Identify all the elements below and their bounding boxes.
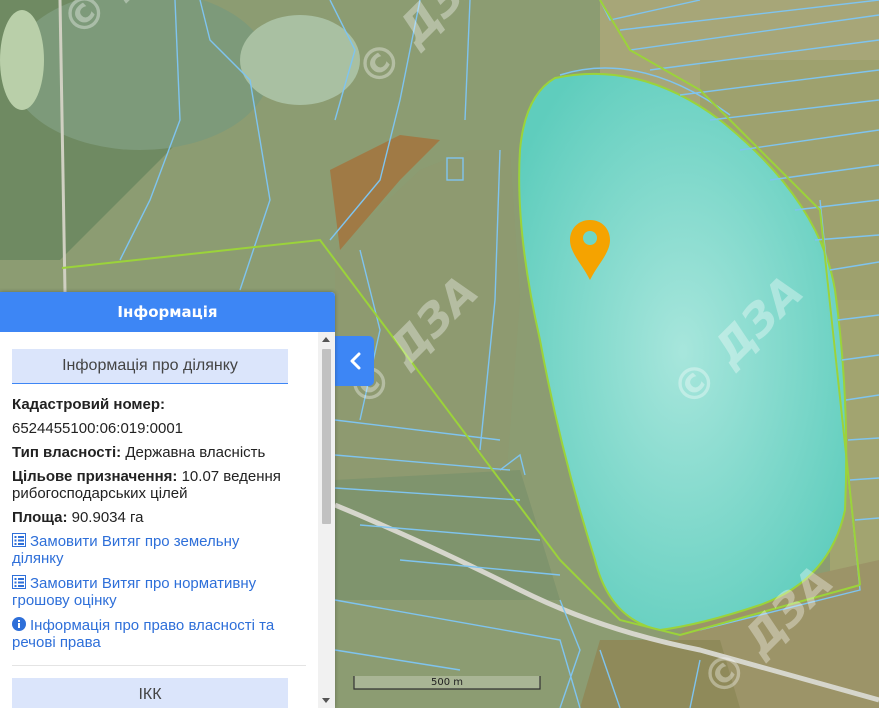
ownership-value: Державна власність (125, 444, 266, 461)
panel-title: Інформація (0, 292, 335, 332)
ownership-rights-info-link[interactable]: Інформація про право власності та речові … (12, 617, 306, 651)
section-header-parcel[interactable]: Інформація про ділянку (12, 349, 288, 384)
divider (12, 665, 306, 666)
scroll-up-arrow[interactable] (322, 337, 330, 342)
area-label: Площа: (12, 509, 68, 526)
scroll-down-arrow[interactable] (322, 698, 330, 703)
order-extract-valuation-link[interactable]: Замовити Витяг про нормативну грошову оці… (12, 575, 306, 609)
cadastral-value: 6524455100:06:019:0001 (12, 420, 184, 437)
purpose-value-line1: 10.07 ведення (181, 468, 281, 485)
link2-line1: Замовити Витяг про нормативну (30, 575, 257, 592)
terrain-wetland (240, 15, 360, 105)
scroll-thumb[interactable] (322, 349, 331, 524)
link1-line1: Замовити Витяг про земельну (30, 533, 240, 550)
list-doc-icon (12, 533, 26, 547)
link2-line2: грошову оцінку (12, 592, 117, 609)
link3-line2: речові права (12, 634, 101, 651)
purpose-row: Цільове призначення: 10.07 ведення (12, 468, 306, 485)
info-icon (12, 617, 26, 631)
area-value: 90.9034 га (71, 509, 144, 526)
collapse-panel-button[interactable] (335, 336, 374, 386)
order-extract-land-link[interactable]: Замовити Витяг про земельну ділянку (12, 533, 306, 567)
section-header-ikk[interactable]: ІКК (12, 678, 288, 708)
cadastral-label-row: Кадастровий номер: (12, 396, 306, 413)
link1-line2: ділянку (12, 550, 64, 567)
scale-label: 500 m (430, 677, 463, 688)
ownership-row: Тип власності: Державна власність (12, 444, 306, 461)
info-panel: Інформація Інформація про ділянку Кадаст… (0, 292, 335, 708)
purpose-label: Цільове призначення: (12, 468, 178, 485)
purpose-value-line2: рибогосподарських цілей (12, 485, 188, 502)
terrain-wetland (0, 10, 44, 110)
area-row: Площа: 90.9034 га (12, 509, 306, 526)
list-doc-icon (12, 575, 26, 589)
panel-body: Інформація про ділянку Кадастровий номер… (0, 332, 318, 708)
panel-scrollbar[interactable] (318, 332, 335, 708)
cadastral-label: Кадастровий номер: (12, 396, 166, 413)
chevron-left-icon (350, 352, 360, 370)
ownership-label: Тип власності: (12, 444, 122, 461)
scale-bar: 500 m (353, 675, 541, 690)
link3-line1: Інформація про право власності та (30, 617, 275, 634)
